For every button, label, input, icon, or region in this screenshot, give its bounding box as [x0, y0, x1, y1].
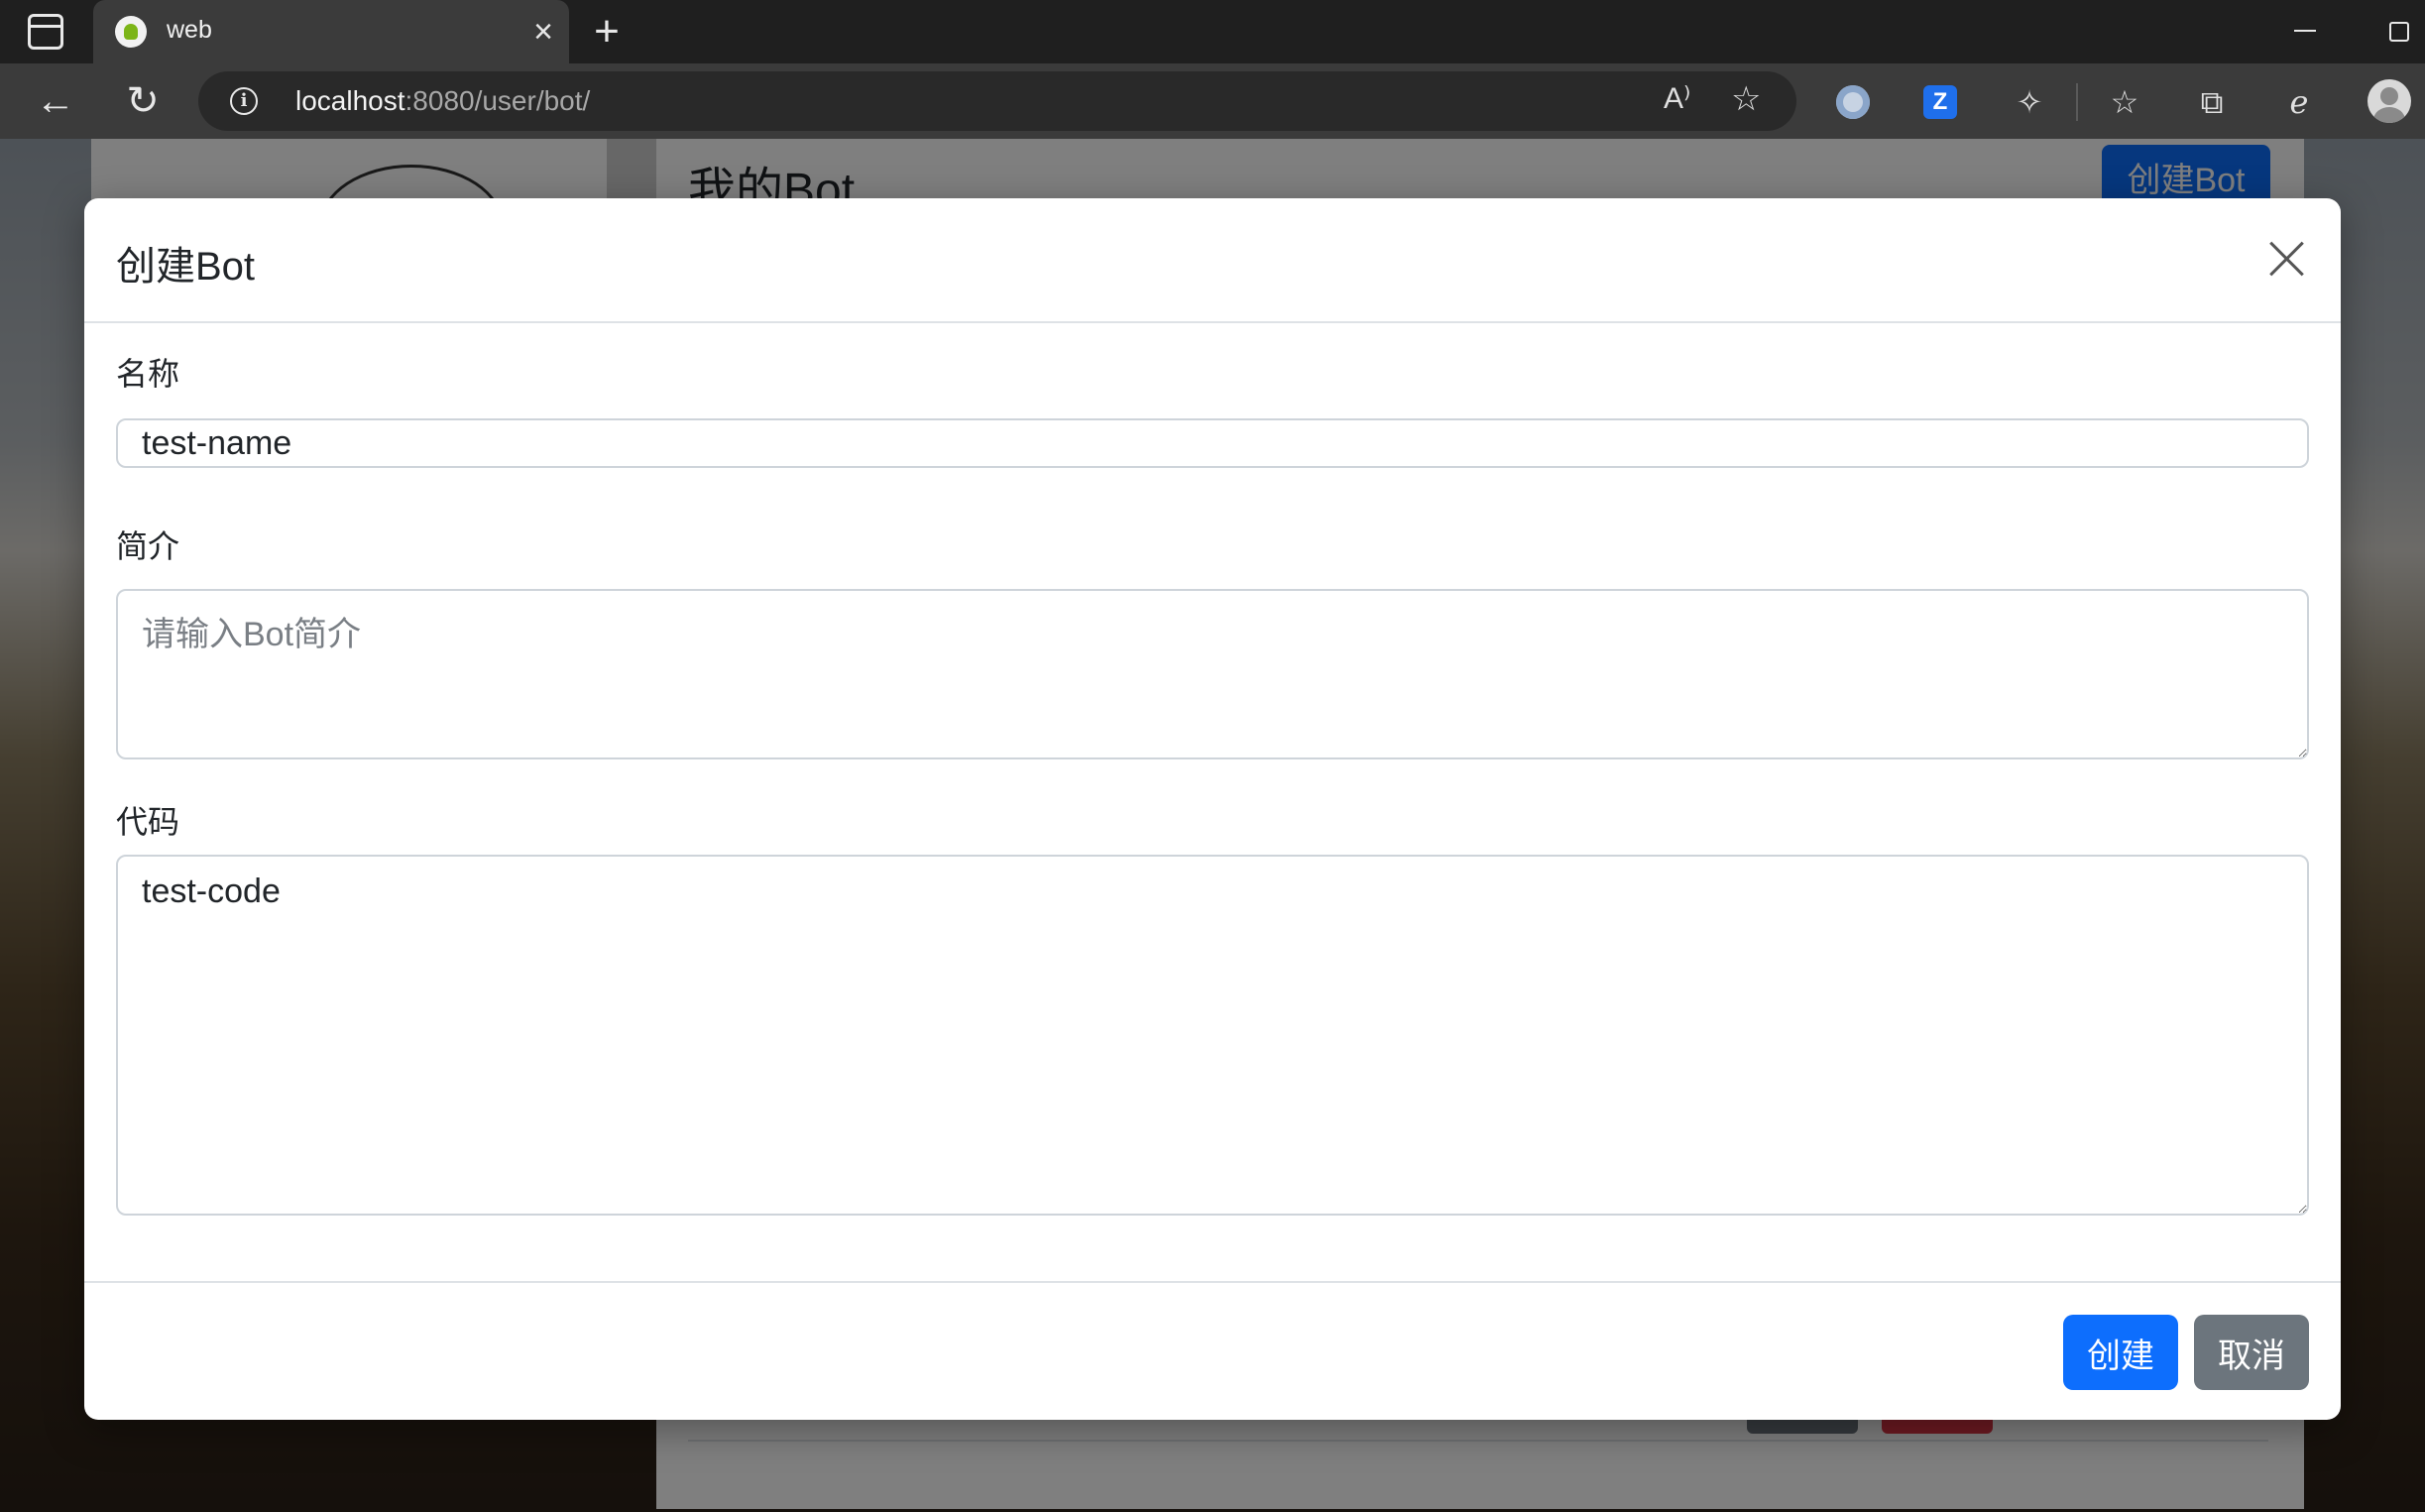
tab-title: web	[167, 16, 212, 44]
name-label: 名称	[116, 356, 180, 392]
create-button[interactable]: 创建	[2063, 1315, 2178, 1390]
modal-title: 创建Bot	[116, 245, 256, 289]
restore-icon[interactable]	[2389, 22, 2409, 42]
url-host: localhost	[295, 85, 405, 116]
profile-icon[interactable]	[2367, 79, 2411, 123]
sidebar-icon[interactable]	[28, 14, 63, 50]
url-box[interactable]: i localhost:8080/user/bot/ A⁾ ☆	[198, 71, 1796, 131]
minimize-icon[interactable]	[2294, 30, 2316, 32]
tab-close-icon[interactable]: ×	[525, 14, 561, 50]
address-bar: ← ↻ i localhost:8080/user/bot/ A⁾ ☆	[0, 63, 2425, 139]
favorite-add-icon[interactable]: ☆	[1731, 79, 1761, 119]
collections-icon[interactable]: ⧉	[2189, 79, 2235, 125]
url-path: :8080/user/bot/	[404, 85, 591, 116]
tab-bar: web × +	[0, 0, 2425, 63]
create-bot-modal: 创建Bot 名称 简介 代码 test-code 创建 取消	[84, 198, 2341, 1420]
read-aloud-icon[interactable]: A⁾	[1664, 81, 1690, 116]
edge-icon[interactable]: ℯ	[2276, 79, 2322, 125]
description-label: 简介	[116, 528, 180, 564]
new-tab-plus-icon[interactable]: +	[585, 10, 629, 54]
name-input[interactable]	[116, 418, 2309, 468]
code-textarea[interactable]: test-code	[116, 855, 2309, 1216]
zotero-extension-icon[interactable]: Z	[1923, 85, 1957, 119]
info-icon[interactable]: i	[230, 87, 258, 115]
description-textarea[interactable]	[116, 589, 2309, 759]
modal-footer: 创建 取消	[84, 1281, 2341, 1422]
url-text[interactable]: localhost:8080/user/bot/	[295, 85, 590, 117]
close-icon[interactable]	[2261, 230, 2313, 286]
browser-tab[interactable]: web ×	[93, 0, 569, 63]
code-label: 代码	[116, 804, 180, 840]
back-icon[interactable]: ←	[32, 77, 79, 125]
reload-icon[interactable]: ↻	[119, 77, 167, 125]
toolbar-divider	[2076, 83, 2078, 121]
favorites-icon[interactable]: ☆	[2102, 79, 2147, 125]
modal-header: 创建Bot	[84, 198, 2341, 323]
puzzle-icon[interactable]: ✧	[2007, 79, 2052, 125]
favicon-icon	[115, 16, 147, 48]
cancel-button[interactable]: 取消	[2194, 1315, 2309, 1390]
extension-icon[interactable]	[1836, 85, 1870, 119]
